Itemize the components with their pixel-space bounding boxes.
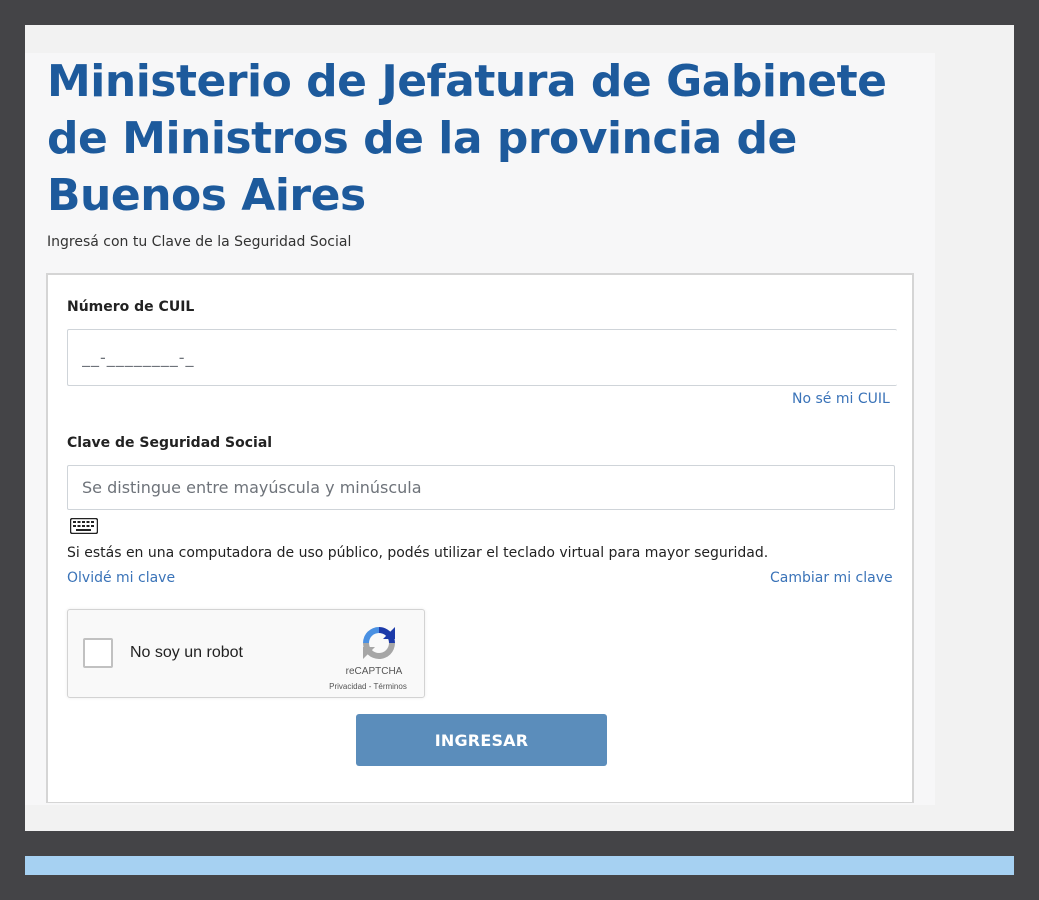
change-password-link[interactable]: Cambiar mi clave [770,570,893,586]
password-input[interactable] [67,465,895,510]
recaptcha-brand: reCAPTCHA [345,666,403,677]
page-subtitle: Ingresá con tu Clave de la Seguridad Soc… [47,234,352,250]
submit-button[interactable]: INGRESAR [356,714,607,766]
bottom-bar [25,856,1014,875]
keyboard-icon[interactable] [70,518,98,534]
recaptcha-terms-link[interactable]: Términos [373,682,406,691]
recaptcha-logo-icon [363,627,395,659]
cuil-label: Número de CUIL [67,299,195,315]
password-label: Clave de Seguridad Social [67,435,273,451]
cuil-input[interactable] [67,329,897,386]
forgot-cuil-link[interactable]: No sé mi CUIL [792,391,890,407]
virtual-keyboard-hint: Si estás en una computadora de uso públi… [67,545,769,561]
page-title: Ministerio de Jefatura de Gabinete de Mi… [47,56,887,221]
forgot-password-link[interactable]: Olvidé mi clave [67,570,175,586]
recaptcha-terms: Privacidad - Términos [308,682,428,691]
recaptcha-label: No soy un robot [130,644,243,661]
recaptcha-checkbox[interactable] [83,638,113,668]
recaptcha-widget: No soy un robot reCAPTCHA Privacidad - T… [67,609,425,698]
recaptcha-privacy-link[interactable]: Privacidad [329,682,366,691]
